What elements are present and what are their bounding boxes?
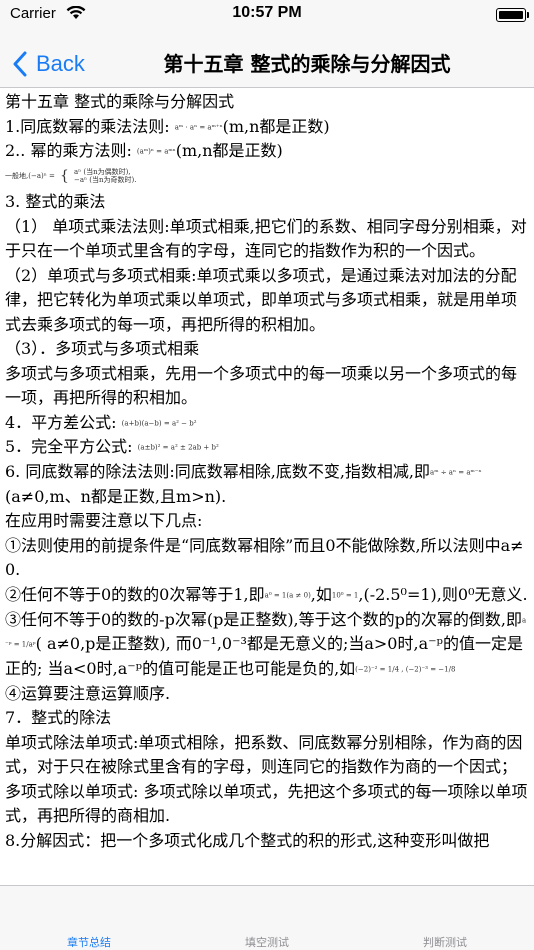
tab-true-false-test[interactable]: 判断测试	[356, 886, 534, 950]
paragraph: ④运算要注意运算顺序.	[5, 683, 171, 703]
formula-image: (a±b)² = a² ± 2ab + b²	[137, 443, 219, 452]
paragraph: （2）单项式与多项式相乘:单项式乘以多项式，是通过乘法对加法的分配律，把它转化为…	[5, 265, 518, 334]
back-button[interactable]: Back	[12, 40, 85, 88]
tab-bar: 章节总结 填空测试 判断测试	[0, 885, 534, 950]
paragraph: 单项式除法单项式:单项式相除，把系数、同底数幂分别相除，作为商的因式，对于只在被…	[5, 732, 523, 777]
formula-negative-power: 一般地,(−a)ⁿ = { aⁿ (当n为偶数时), −aⁿ (当n为奇数时).	[5, 168, 137, 184]
clock-label: 10:57 PM	[232, 4, 302, 21]
back-label: Back	[36, 51, 85, 76]
chapter-heading: 第十五章 整式的乘除与分解因式	[5, 92, 235, 111]
rule-1: 1.同底数幂的乘法法则: aᵐ · aⁿ = aᵐ⁺ⁿ(m,n都是正数)	[5, 116, 330, 136]
rule-5: 5．完全平方公式: (a±b)² = a² ± 2ab + b²	[5, 437, 219, 457]
paragraph: （3）．多项式与多项式相乘	[5, 339, 200, 358]
formula-image: (a+b)(a−b) = a² − b²	[121, 418, 197, 427]
formula-image: 10⁰ = 1	[331, 591, 359, 599]
section-heading: 7．整式的除法	[5, 708, 112, 728]
paragraph: 在应用时需要注意以下几点:	[5, 511, 203, 531]
page-title: 第十五章 整式的乘除与分解因式	[163, 52, 451, 76]
navigation-bar: Back 第十五章 整式的乘除与分解因式	[0, 40, 534, 88]
paragraph: 多项式与多项式相乘，先用一个多项式中的每一项乘以另一个多项式的每一项，再把所得的…	[5, 363, 518, 408]
paragraph: （1） 单项式乘法法则:单项式相乘,把它们的系数、相同字母分别相乘，对于只在一个…	[5, 216, 527, 261]
formula-image: aᵐ ÷ aⁿ = aᵐ⁻ⁿ	[430, 468, 482, 477]
chapter-summary-content[interactable]: 第十五章 整式的乘除与分解因式 1.同底数幂的乘法法则: aᵐ · aⁿ = a…	[0, 88, 534, 887]
formula-image: aᵐ · aⁿ = aᵐ⁺ⁿ	[174, 122, 223, 131]
paragraph: 8.分解因式：把一个多项式化成几个整式的积的形式,这种变形叫做把	[5, 830, 490, 850]
chevron-left-icon	[13, 51, 27, 77]
note-3: ③任何不等于0的数的-p次幂(p是正整数),等于这个数的p的次幂的倒数,即a⁻ᵖ…	[5, 609, 527, 679]
formula-image: (−2)⁻² = 1/4 , (−2)⁻³ = −1/8	[355, 665, 456, 674]
formula-image: a⁰ = 1(a ≠ 0)	[264, 591, 311, 599]
paragraph: 多项式除以单项式: 多项式除以单项式，先把这个多项式的每一项除以单项式，再把所得…	[5, 781, 528, 826]
note-2: ②任何不等于0的数的0次幂等于1,即a⁰ = 1(a ≠ 0),如10⁰ = 1…	[5, 584, 528, 604]
section-heading: 3. 整式的乘法	[5, 192, 106, 211]
rule-6: 6. 同底数幂的除法法则:同底数幂相除,底数不变,指数相减,即aᵐ ÷ aⁿ =…	[5, 462, 482, 506]
tab-label: 章节总结	[67, 936, 111, 949]
tab-label: 判断测试	[423, 936, 467, 949]
paragraph: ①法则使用的前提条件是“同底数幂相除”而且0不能做除数,所以法则中a≠0.	[5, 535, 524, 580]
battery-icon	[496, 8, 529, 22]
tab-fill-blank-test[interactable]: 填空测试	[178, 886, 356, 950]
rule-2: 2.. 幂的乘方法则: (aᵐ)ⁿ = aᵐⁿ(m,n都是正数)	[5, 141, 283, 161]
tab-label: 填空测试	[245, 936, 289, 949]
formula-image: (aᵐ)ⁿ = aᵐⁿ	[136, 147, 176, 156]
tab-chapter-summary[interactable]: 章节总结	[0, 886, 178, 950]
rule-4: 4．平方差公式: (a+b)(a−b) = a² − b²	[5, 412, 197, 432]
status-bar: Carrier 10:57 PM	[0, 0, 534, 40]
